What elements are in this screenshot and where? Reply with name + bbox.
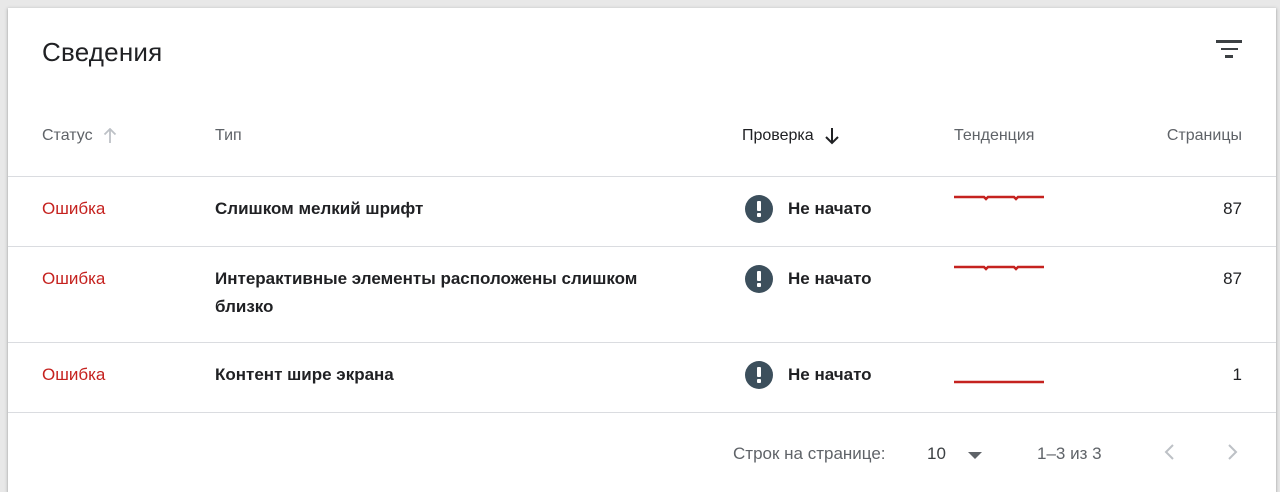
column-header-trend[interactable]: Тенденция: [954, 127, 1034, 145]
rows-per-page-select[interactable]: 10: [927, 444, 946, 464]
divider: [8, 412, 1276, 413]
details-card: Сведения Статус Тип Проверка Тенденция С…: [8, 8, 1276, 492]
chevron-left-icon[interactable]: [1158, 440, 1182, 464]
check-status: Не начато: [745, 195, 872, 223]
divider: [8, 176, 1276, 177]
column-header-type[interactable]: Тип: [215, 127, 242, 145]
divider: [8, 246, 1276, 247]
pagination-range: 1–3 из 3: [1037, 444, 1102, 463]
rows-per-page-label: Строк на странице:: [733, 444, 886, 463]
sort-arrow-up-icon: [103, 127, 117, 143]
check-status: Не начато: [745, 265, 872, 293]
dropdown-caret-icon[interactable]: [968, 452, 982, 459]
exclamation-icon: [745, 361, 773, 389]
sort-arrow-down-icon: [825, 128, 839, 145]
chevron-right-icon[interactable]: [1220, 440, 1244, 464]
issue-type: Контент шире экрана: [215, 365, 394, 384]
trend-sparkline: [954, 380, 1044, 384]
card-title: Сведения: [42, 37, 163, 67]
page-count: 1: [1232, 365, 1242, 384]
trend-sparkline: [954, 265, 1044, 271]
exclamation-icon: [745, 195, 773, 223]
page-count: 87: [1223, 199, 1242, 218]
column-header-pages[interactable]: Страницы: [1167, 127, 1242, 145]
exclamation-icon: [745, 265, 773, 293]
divider: [8, 342, 1276, 343]
issue-type: Слишком мелкий шрифт: [215, 199, 424, 218]
status-label: Ошибка: [42, 365, 106, 384]
status-label: Ошибка: [42, 199, 106, 218]
page-count: 87: [1223, 269, 1242, 288]
trend-sparkline: [954, 195, 1044, 201]
column-header-status[interactable]: Статус: [42, 127, 117, 145]
column-header-check[interactable]: Проверка: [742, 127, 840, 145]
filter-icon[interactable]: [1212, 34, 1246, 64]
issue-type: Интерактивные элементы расположены слишк…: [215, 269, 638, 316]
status-label: Ошибка: [42, 269, 106, 288]
check-status: Не начато: [745, 361, 872, 389]
